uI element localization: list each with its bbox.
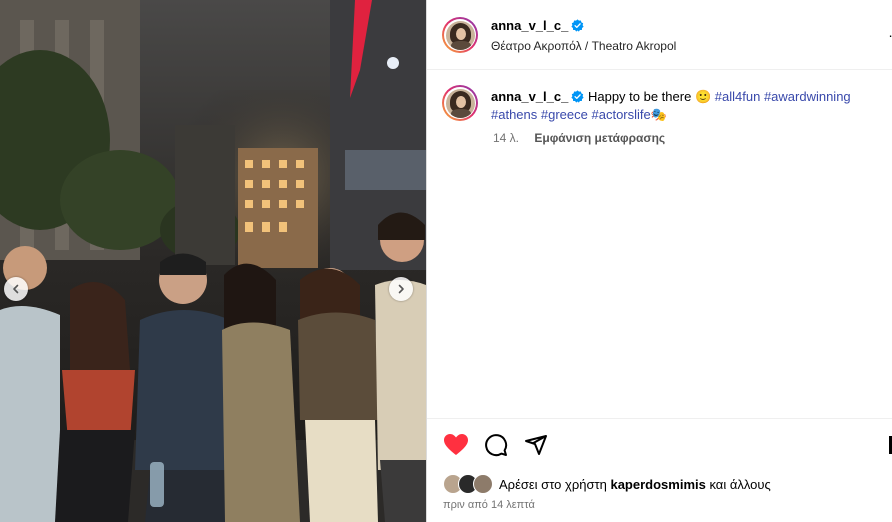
post-time[interactable]: πριν από 14 λεπτά bbox=[443, 499, 535, 511]
caption-author-avatar[interactable] bbox=[442, 85, 478, 121]
share-icon[interactable] bbox=[524, 433, 548, 457]
author-username[interactable]: anna_v_l_c_ bbox=[491, 18, 568, 33]
chevron-left-icon bbox=[13, 284, 19, 294]
likes-summary: Αρέσει στο χρήστη kaperdosmimis και άλλο… bbox=[443, 474, 771, 494]
post-photo bbox=[0, 0, 426, 522]
verified-badge-icon bbox=[571, 19, 584, 32]
chevron-right-icon bbox=[398, 284, 404, 294]
caption-username[interactable]: anna_v_l_c_ bbox=[491, 89, 568, 104]
post-actions-bar bbox=[427, 418, 892, 472]
caption-age: 14 λ. bbox=[493, 131, 520, 145]
see-translation-link[interactable]: Εμφάνιση μετάφρασης bbox=[534, 131, 665, 145]
liker-username[interactable]: kaperdosmimis bbox=[610, 477, 705, 492]
next-photo-button[interactable] bbox=[389, 277, 413, 301]
heart-icon[interactable] bbox=[443, 433, 469, 457]
liker-avatars[interactable] bbox=[443, 474, 495, 494]
hashtag-link[interactable]: #greece bbox=[541, 107, 588, 122]
verified-badge-icon bbox=[571, 90, 584, 103]
hashtag-link[interactable]: #all4fun bbox=[715, 89, 761, 104]
hashtag-link[interactable]: #awardwinning bbox=[764, 89, 851, 104]
likes-prefix: Αρέσει στο χρήστη bbox=[499, 476, 607, 492]
caption-text: Happy to be there bbox=[587, 89, 692, 104]
post-details-panel: anna_v_l_c_ Θέατρο Ακροπόλ / Theatro Akr… bbox=[426, 0, 892, 522]
previous-photo-button[interactable] bbox=[4, 277, 28, 301]
caption-emoji: 🙂 bbox=[694, 89, 712, 104]
likes-suffix[interactable]: και άλλους bbox=[709, 477, 770, 492]
hashtag-link[interactable]: #actorslife🎭 bbox=[592, 107, 667, 122]
post-header: anna_v_l_c_ Θέατρο Ακροπόλ / Theatro Akr… bbox=[427, 0, 892, 70]
hashtag-link[interactable]: #athens bbox=[491, 107, 537, 122]
comment-icon[interactable] bbox=[484, 433, 508, 457]
author-username-row: anna_v_l_c_ bbox=[491, 17, 584, 35]
liker-avatar bbox=[473, 474, 493, 494]
post-location[interactable]: Θέατρο Ακροπόλ / Theatro Akropol bbox=[491, 39, 676, 53]
caption-meta: 14 λ. Εμφάνιση μετάφρασης bbox=[493, 131, 665, 145]
group-photo-image bbox=[0, 0, 426, 522]
author-avatar[interactable] bbox=[442, 17, 478, 53]
more-options-button[interactable]: … bbox=[888, 24, 892, 40]
post-caption: anna_v_l_c_ Happy to be there 🙂 #all4fun… bbox=[491, 88, 871, 124]
